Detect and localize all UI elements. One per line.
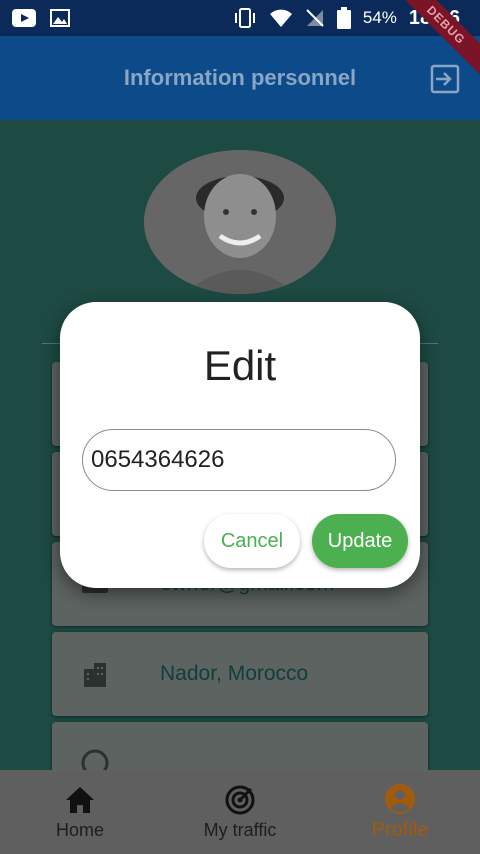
nav-home[interactable]: Home	[0, 770, 160, 854]
nav-my-traffic[interactable]: My traffic	[160, 770, 320, 854]
image-icon	[50, 9, 70, 27]
update-button[interactable]: Update	[312, 514, 408, 568]
info-icon	[81, 749, 109, 770]
city-card[interactable]: Nador, Morocco	[52, 632, 428, 716]
battery-percent: 54%	[362, 8, 397, 27]
nav-profile[interactable]: Profile	[320, 770, 480, 854]
bottom-navigation: Home My traffic Profile	[0, 770, 480, 854]
phone-input[interactable]	[82, 429, 396, 491]
city-icon	[84, 663, 106, 687]
info-card[interactable]	[52, 722, 428, 770]
status-bar: 54% 18:06	[0, 0, 480, 36]
page-title: Information personnel	[123, 65, 357, 90]
avatar-photo	[144, 150, 336, 294]
city-value: Nador, Morocco	[160, 662, 309, 685]
edit-dialog: Edit Cancel Update	[60, 302, 420, 588]
account-circle-icon	[385, 783, 415, 814]
logout-icon[interactable]	[430, 64, 460, 94]
nav-profile-label: Profile	[371, 818, 429, 841]
app-bar: Information personnel	[0, 36, 480, 120]
battery-icon	[336, 7, 351, 29]
cancel-button[interactable]: Cancel	[204, 514, 300, 568]
avatar[interactable]	[144, 150, 336, 294]
no-signal-icon	[306, 9, 324, 27]
radar-icon	[225, 785, 255, 814]
wifi-icon	[269, 9, 292, 27]
dialog-title: Edit	[203, 342, 277, 389]
vibrate-icon	[234, 8, 255, 28]
home-icon	[66, 786, 94, 813]
nav-my-traffic-label: My traffic	[203, 819, 277, 840]
nav-home-label: Home	[55, 819, 104, 840]
youtube-icon	[12, 9, 36, 27]
